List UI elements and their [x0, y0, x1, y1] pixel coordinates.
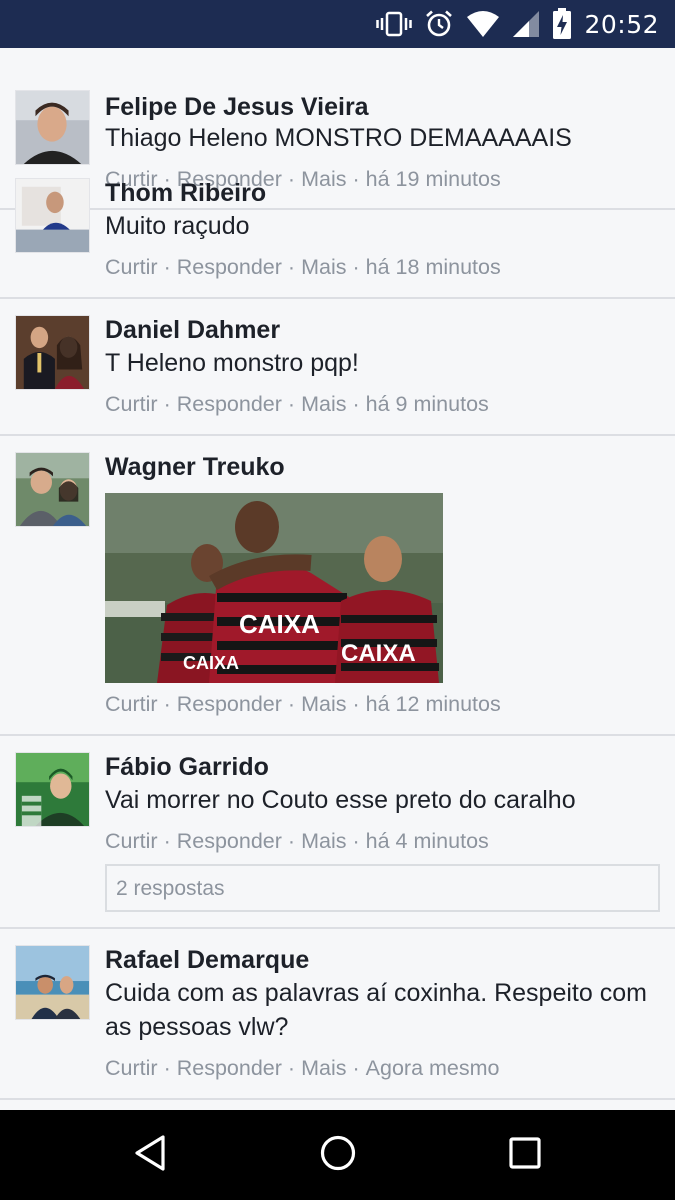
comment-text: Thiago Heleno MONSTRO DEMAAAAAIS: [105, 124, 572, 152]
separator: ·: [287, 829, 296, 853]
separator: ·: [352, 1056, 360, 1080]
separator: ·: [287, 392, 296, 416]
comment: Daniel Dahmer T Heleno monstro pqp! Curt…: [0, 299, 675, 436]
separator: ·: [163, 1056, 171, 1080]
comment-author[interactable]: Felipe De Jesus Vieira: [105, 93, 369, 122]
separator: ·: [287, 692, 296, 716]
reply-button[interactable]: Responder: [177, 392, 282, 416]
comment-actions: Curtir · Responder · Mais · há 9 minutos: [105, 392, 489, 417]
comment-text: T Heleno monstro pqp!: [105, 349, 359, 377]
jersey-sponsor: CAIXA: [341, 640, 416, 667]
recents-button[interactable]: [500, 1132, 550, 1178]
comment: Wagner Treuko CAIXA CAIXA CAIXA Curtir ·…: [0, 436, 675, 736]
comment-actions: Curtir · Responder · Mais · há 4 minutos: [105, 829, 489, 854]
clock: 20:52: [584, 9, 659, 39]
vibrate-icon: [376, 10, 413, 38]
jersey-sponsor: CAIXA: [239, 609, 320, 639]
comment-timestamp: há 18 minutos: [365, 255, 501, 279]
reply-button[interactable]: Responder: [177, 829, 282, 853]
comment: Thom Ribeiro Muito raçudo Curtir · Respond…: [0, 162, 675, 299]
battery-charging-icon: [552, 8, 572, 40]
comment-timestamp: há 4 minutos: [365, 829, 489, 853]
avatar[interactable]: [15, 315, 90, 390]
like-button[interactable]: Curtir: [105, 1056, 158, 1080]
home-button[interactable]: [313, 1132, 363, 1178]
more-button[interactable]: Mais: [301, 1056, 346, 1080]
separator: ·: [352, 692, 360, 716]
comment-actions: Curtir · Responder · Mais · Agora mesmo: [105, 1056, 500, 1081]
reply-button[interactable]: Responder: [177, 692, 282, 716]
more-button[interactable]: Mais: [301, 255, 346, 279]
alarm-icon: [424, 9, 454, 39]
separator: ·: [352, 392, 360, 416]
wifi-icon: [466, 10, 500, 38]
signal-icon: [512, 10, 540, 38]
like-button[interactable]: Curtir: [105, 829, 158, 853]
separator: ·: [163, 392, 171, 416]
reply-button[interactable]: Responder: [177, 1056, 282, 1080]
like-button[interactable]: Curtir: [105, 692, 158, 716]
back-icon: [132, 1134, 168, 1177]
navigation-bar: [0, 1110, 675, 1200]
more-button[interactable]: Mais: [301, 829, 346, 853]
comment-photo[interactable]: CAIXA CAIXA CAIXA: [105, 493, 443, 683]
comment-actions: Curtir · Responder · Mais · há 18 minutos: [105, 255, 501, 280]
comment: Fábio Garrido Vai morrer no Couto esse p…: [0, 736, 675, 929]
avatar[interactable]: [15, 452, 90, 527]
comment-author[interactable]: Thom Ribeiro: [105, 179, 266, 208]
separator: ·: [163, 255, 171, 279]
view-replies-button[interactable]: 2 respostas: [105, 864, 660, 912]
comment-timestamp: há 12 minutos: [365, 692, 501, 716]
comment-timestamp: Agora mesmo: [365, 1056, 500, 1080]
status-bar: 20:52: [0, 0, 675, 48]
separator: ·: [163, 829, 171, 853]
comment-author[interactable]: Fábio Garrido: [105, 753, 269, 782]
status-icons: 20:52: [376, 8, 659, 40]
comment-timestamp: há 9 minutos: [365, 392, 489, 416]
separator: ·: [287, 255, 296, 279]
avatar[interactable]: [15, 945, 90, 1020]
more-button[interactable]: Mais: [301, 392, 346, 416]
back-button[interactable]: [125, 1132, 175, 1178]
separator: ·: [352, 829, 360, 853]
separator: ·: [287, 1056, 296, 1080]
like-button[interactable]: Curtir: [105, 255, 158, 279]
avatar[interactable]: [15, 90, 90, 165]
comment: Rafael Demarque Cuida com as palavras aí…: [0, 929, 675, 1100]
comment-author[interactable]: Rafael Demarque: [105, 946, 309, 975]
like-button[interactable]: Curtir: [105, 392, 158, 416]
comment-author[interactable]: Wagner Treuko: [105, 453, 285, 482]
home-icon: [319, 1134, 357, 1177]
comment-text: Vai morrer no Couto esse preto do caralh…: [105, 786, 576, 814]
comment-actions: Curtir · Responder · Mais · há 12 minutos: [105, 692, 501, 717]
avatar[interactable]: [15, 752, 90, 827]
jersey-sponsor: CAIXA: [183, 653, 239, 673]
comment-author[interactable]: Daniel Dahmer: [105, 316, 280, 345]
separator: ·: [163, 692, 171, 716]
separator: ·: [352, 255, 360, 279]
comments-list: Felipe De Jesus Vieira Thiago Heleno MON…: [0, 48, 675, 1110]
avatar[interactable]: [15, 178, 90, 253]
comment-text: Cuida com as palavras aí coxinha. Respei…: [105, 979, 647, 1041]
recents-icon: [508, 1136, 542, 1175]
comment-text: Muito raçudo: [105, 212, 250, 240]
reply-button[interactable]: Responder: [177, 255, 282, 279]
more-button[interactable]: Mais: [301, 692, 346, 716]
